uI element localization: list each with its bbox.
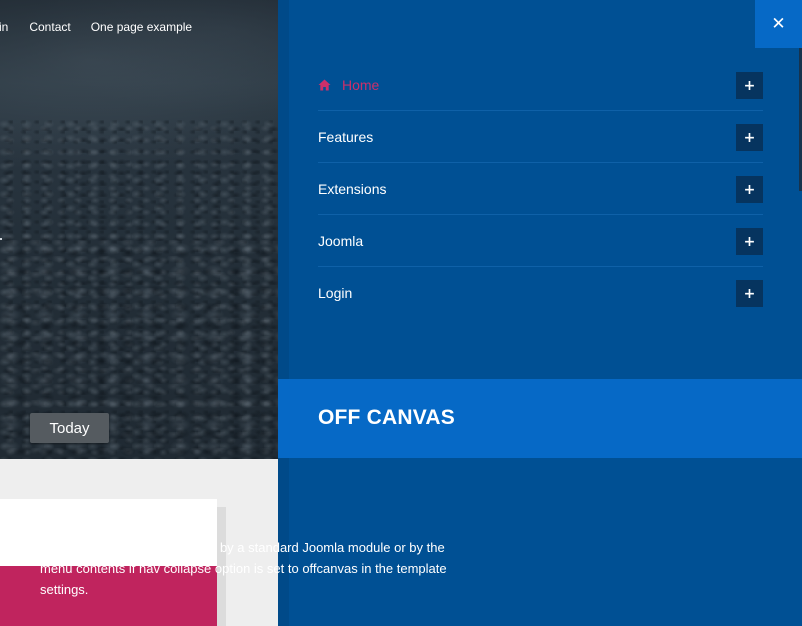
menu-item-home[interactable]: Home + [318, 59, 763, 111]
offcanvas-paragraph-2: This position can be populated by a stan… [40, 540, 447, 597]
offcanvas-menu: Home + Features + Extensions + Joomla + … [318, 59, 763, 319]
hero-text-fragment [0, 238, 2, 240]
close-icon: ✕ [771, 14, 786, 34]
menu-item-login[interactable]: Login + [318, 267, 763, 319]
nav-item-one-page-example[interactable]: One page example [91, 20, 192, 38]
offcanvas-module-header: OFF CANVAS [278, 379, 802, 458]
top-navigation: in Contact One page example [0, 20, 192, 38]
menu-item-label: Features [318, 128, 374, 145]
expand-button[interactable]: + [736, 176, 763, 203]
plus-icon: + [743, 77, 756, 94]
offcanvas-module-title: OFF CANVAS [318, 406, 455, 429]
plus-icon: + [743, 285, 756, 302]
close-button[interactable]: ✕ [755, 0, 802, 48]
nav-item-partial[interactable]: in [0, 20, 8, 38]
offcanvas-module-body: This is the offcanvas position. This pos… [40, 497, 470, 600]
home-icon [318, 79, 331, 90]
menu-item-joomla[interactable]: Joomla + [318, 215, 763, 267]
plus-icon: + [743, 181, 756, 198]
menu-item-extensions[interactable]: Extensions + [318, 163, 763, 215]
menu-item-label: Joomla [318, 232, 364, 249]
expand-button[interactable]: + [736, 228, 763, 255]
today-button[interactable]: Today [30, 413, 109, 443]
expand-button[interactable]: + [736, 124, 763, 151]
plus-icon: + [743, 233, 756, 250]
menu-item-label: Home [342, 76, 380, 93]
menu-item-label: Extensions [318, 180, 387, 197]
nav-item-contact[interactable]: Contact [29, 20, 70, 38]
menu-item-label: Login [318, 285, 353, 301]
expand-button[interactable]: + [736, 72, 763, 99]
expand-button[interactable]: + [736, 280, 763, 307]
offcanvas-paragraph-1: This is the offcanvas position. [40, 500, 211, 515]
plus-icon: + [743, 129, 756, 146]
menu-item-features[interactable]: Features + [318, 111, 763, 163]
